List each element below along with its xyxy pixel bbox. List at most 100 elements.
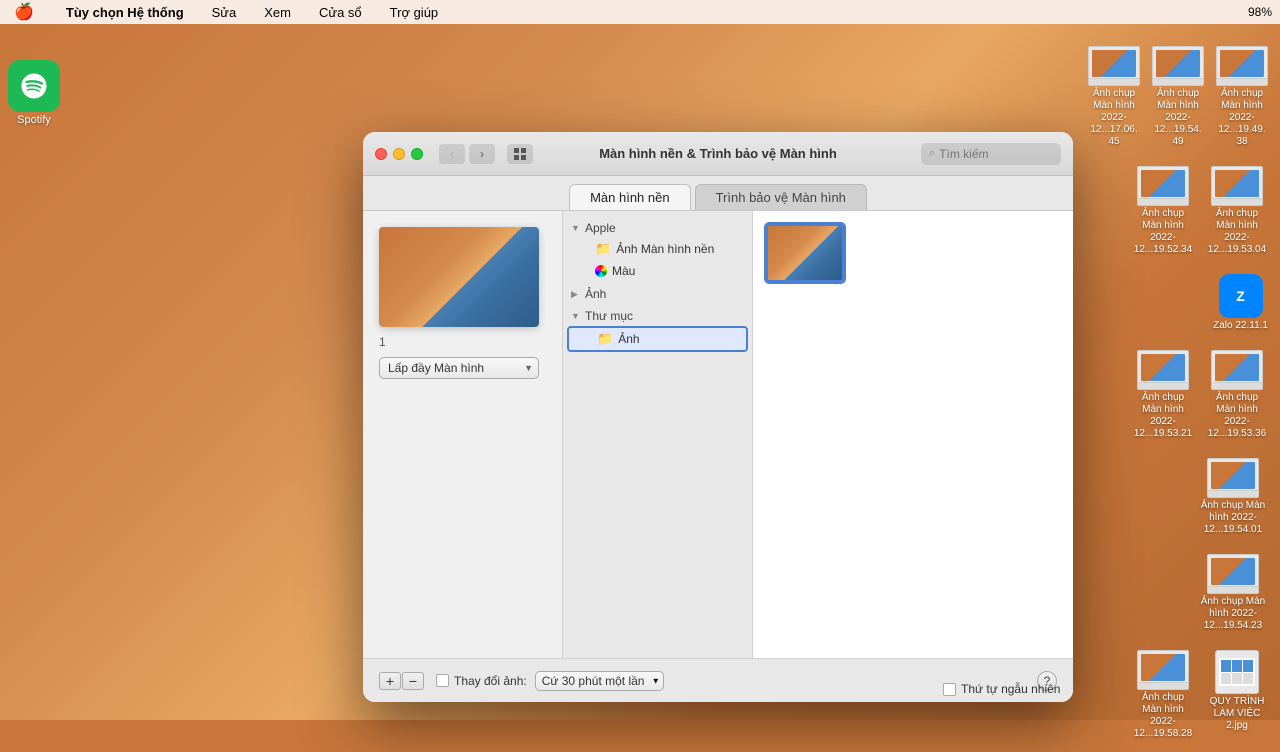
menubar: 🍎 Tùy chọn Hệ thống Sửa Xem Cửa sổ Trợ g… xyxy=(0,0,1280,24)
fit-mode-dropdown[interactable]: Lấp đầy Màn hình xyxy=(379,357,539,379)
search-input[interactable] xyxy=(939,147,1053,161)
content-main: 1 Lấp đầy Màn hình ▼ xyxy=(363,211,1073,658)
sidebar-section-photos-header[interactable]: ▶ Ảnh xyxy=(563,285,752,303)
random-order-checkbox-label[interactable]: Thứ tự ngẫu nhiên xyxy=(943,682,1060,696)
desktop-icon-screenshot4[interactable]: Ảnh chụp Màn hình 2022-12...19.52.34 xyxy=(1128,162,1198,260)
chevron-right-icon: ▶ xyxy=(571,289,581,300)
desktop-icon-screenshot2[interactable]: Ảnh chụp Màn hình 2022-12...19.54.49 xyxy=(1148,42,1208,152)
close-button[interactable] xyxy=(375,148,387,160)
window-menu[interactable]: Cửa sổ xyxy=(313,3,368,22)
screenshot-thumb-1 xyxy=(1088,46,1140,86)
desktop-icon-screenshot5[interactable]: Ảnh chụp Màn hình 2022-12...19.53.04 xyxy=(1202,162,1272,260)
spotify-label: Spotify xyxy=(8,114,60,126)
traffic-lights xyxy=(375,148,423,160)
search-box[interactable]: ⌕ xyxy=(921,143,1061,165)
apple-menu[interactable]: 🍎 xyxy=(8,0,40,24)
sidebar-section-folders-header[interactable]: ▼ Thư mục xyxy=(563,307,752,325)
tab-wallpaper[interactable]: Màn hình nền xyxy=(569,184,691,210)
zalo-icon: Z xyxy=(1219,274,1263,318)
grid-view-button[interactable] xyxy=(507,144,533,164)
change-image-checkbox[interactable] xyxy=(436,674,449,687)
zalo-label: Zalo 22.11.1 xyxy=(1213,320,1268,332)
view-menu[interactable]: Xem xyxy=(258,3,297,22)
chevron-down-icon: ▼ xyxy=(571,223,581,233)
desktop-icon-label-1: Ảnh chụp Màn hình 2022-12...17.06.45 xyxy=(1088,88,1140,148)
sidebar-item-colors-label: Màu xyxy=(612,264,635,278)
desktop-icon-label-7: Ảnh chụp Màn hình 2022-12...19.53.21 xyxy=(1132,392,1194,440)
sidebar-item-wallpaper-photos[interactable]: 📁 Ảnh Màn hình nền xyxy=(567,238,748,260)
desktop-icon-screenshot1[interactable]: Ảnh chụp Màn hình 2022-12...17.06.45 xyxy=(1084,42,1144,152)
desktop-icon-screenshot7[interactable]: Ảnh chụp Màn hình 2022-12...19.53.21 xyxy=(1128,346,1198,444)
screenshot-thumb-2 xyxy=(1152,46,1204,86)
sidebar-section-photos-label: Ảnh xyxy=(585,287,606,301)
back-button[interactable]: ‹ xyxy=(439,144,465,164)
desktop-icon-screenshot3[interactable]: Ảnh chụp Màn hình 2022-12...19.49.38 xyxy=(1212,42,1272,152)
forward-button[interactable]: › xyxy=(469,144,495,164)
desktop-icon-screenshot9[interactable]: Ảnh chụp Màn hình 2022-12...19.54.01 xyxy=(1194,454,1272,540)
screenshot-thumb-3 xyxy=(1216,46,1268,86)
add-remove-buttons: + − xyxy=(379,672,424,690)
desktop-icon-screenshot8[interactable]: Ảnh chụp Màn hình 2022-12...19.53.36 xyxy=(1202,346,1272,444)
nav-buttons: ‹ › xyxy=(439,144,495,164)
desktop-icon-screenshot10[interactable]: Ảnh chụp Màn hình 2022-12...19.54.23 xyxy=(1194,550,1272,636)
sidebar-item-anh-label: Ảnh xyxy=(618,332,639,346)
sidebar-item-anh-folder[interactable]: 📁 Ảnh xyxy=(567,326,748,352)
sidebar-section-apple: ▼ Apple 📁 Ảnh Màn hình nền Màu xyxy=(563,219,752,281)
chevron-down-icon-2: ▼ xyxy=(571,311,581,321)
spotify-icon[interactable] xyxy=(8,60,60,112)
change-image-checkbox-label[interactable]: Thay đổi ảnh: xyxy=(436,674,527,688)
folder-icon: 📁 xyxy=(595,241,611,257)
sidebar-item-wallpaper-photos-label: Ảnh Màn hình nền xyxy=(616,242,714,256)
desktop-icon-label-11: Ảnh chụp Màn hình 2022-12...19.58.28 xyxy=(1132,692,1194,740)
battery-status: 98% xyxy=(1248,5,1272,19)
desktop-icon-label-8: Ảnh chụp Màn hình 2022-12...19.53.36 xyxy=(1206,392,1268,440)
preview-wallpaper-gradient xyxy=(379,227,539,327)
desktop-icon-label-5: Ảnh chụp Màn hình 2022-12...19.53.04 xyxy=(1206,208,1268,256)
search-icon: ⌕ xyxy=(929,147,935,160)
bottom-bar: + − Thay đổi ảnh: Cứ 30 phút một lần ▼ xyxy=(363,658,1073,702)
desktop-icon-label-10: Ảnh chụp Màn hình 2022-12...19.54.23 xyxy=(1198,596,1268,632)
maximize-button[interactable] xyxy=(411,148,423,160)
window-content: 1 Lấp đầy Màn hình ▼ xyxy=(363,211,1073,702)
quy-trinh-icon xyxy=(1215,650,1259,694)
wallpaper-thumb-1[interactable] xyxy=(765,223,845,283)
screenshot-thumb-5 xyxy=(1211,166,1263,206)
minimize-button[interactable] xyxy=(393,148,405,160)
system-preferences-menu[interactable]: Tùy chọn Hệ thống xyxy=(60,3,190,22)
wallpaper-gradient-1 xyxy=(768,226,842,280)
screenshot-thumb-9 xyxy=(1207,458,1259,498)
screenshot-thumb-8 xyxy=(1211,350,1263,390)
wallpaper-grid xyxy=(753,211,1073,658)
menubar-right: 98% xyxy=(1248,5,1272,19)
help-menu[interactable]: Trợ giúp xyxy=(384,3,445,22)
desktop-icon-zalo[interactable]: Z Zalo 22.11.1 xyxy=(1209,270,1272,336)
add-button[interactable]: + xyxy=(379,672,401,690)
fit-dropdown-wrapper: Lấp đầy Màn hình ▼ xyxy=(379,357,539,379)
desktop-icon-label-2: Ảnh chụp Màn hình 2022-12...19.54.49 xyxy=(1152,88,1204,148)
preview-number: 1 xyxy=(379,335,386,349)
edit-menu[interactable]: Sửa xyxy=(206,3,243,22)
desktop-icon-screenshot11[interactable]: Ảnh chụp Màn hình 2022-12...19.58.28 xyxy=(1128,646,1198,744)
browser-panel: ▼ Apple 📁 Ảnh Màn hình nền Màu xyxy=(563,211,1073,658)
screenshot-thumb-10 xyxy=(1207,554,1259,594)
sidebar-section-folders-label: Thư mục xyxy=(585,309,633,323)
sidebar-section-folders: ▼ Thư mục 📁 Ảnh xyxy=(563,307,752,352)
tab-screensaver[interactable]: Trình bảo vệ Màn hình xyxy=(695,184,867,210)
sidebar-item-colors[interactable]: Màu xyxy=(567,261,748,281)
interval-dropdown[interactable]: Cứ 30 phút một lần xyxy=(535,671,664,691)
wallpaper-preview xyxy=(379,227,539,327)
remove-button[interactable]: − xyxy=(402,672,424,690)
change-image-label: Thay đổi ảnh: xyxy=(454,674,527,688)
screenshot-thumb-4 xyxy=(1137,166,1189,206)
sidebar-section-apple-label: Apple xyxy=(585,221,616,235)
quy-trinh-label: QUY TRÌNH LÀM VIỆC 2.jpg xyxy=(1206,696,1268,732)
random-order-checkbox[interactable] xyxy=(943,683,956,696)
folder-icon-anh: 📁 xyxy=(597,331,613,347)
desktop: Spotify Ảnh chụp Màn hình 2022-12...17.0… xyxy=(0,24,1280,720)
desktop-icon-quy-trinh[interactable]: QUY TRÌNH LÀM VIỆC 2.jpg xyxy=(1202,646,1272,744)
screenshot-thumb-11 xyxy=(1137,650,1189,690)
change-image-row: Thay đổi ảnh: Cứ 30 phút một lần ▼ xyxy=(436,671,1025,691)
desktop-icon-label-9: Ảnh chụp Màn hình 2022-12...19.54.01 xyxy=(1198,500,1268,536)
spotify-dock-item[interactable]: Spotify xyxy=(8,60,60,126)
sidebar-section-apple-header[interactable]: ▼ Apple xyxy=(563,219,752,237)
